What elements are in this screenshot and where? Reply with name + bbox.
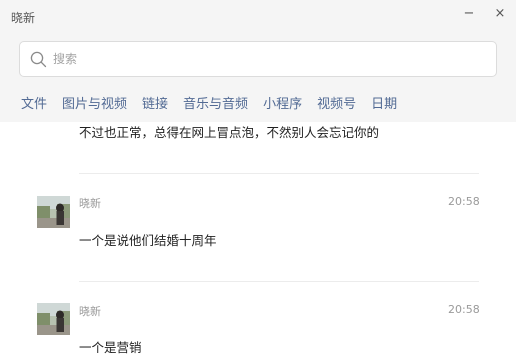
tab-links[interactable]: 链接: [142, 93, 168, 113]
search-icon: [30, 51, 47, 68]
sender-name: 晓新: [79, 305, 101, 318]
category-tabs: 文件 图片与视频 链接 音乐与音频 小程序 视频号 日期: [21, 93, 412, 113]
tab-files[interactable]: 文件: [21, 93, 47, 113]
tab-date[interactable]: 日期: [371, 93, 397, 113]
message-time: 20:58: [448, 195, 480, 208]
search-input[interactable]: [53, 49, 483, 69]
avatar[interactable]: [37, 196, 70, 228]
divider: [79, 173, 479, 174]
search-box[interactable]: [19, 41, 497, 77]
tab-music-audio[interactable]: 音乐与音频: [183, 93, 248, 113]
tab-images-videos[interactable]: 图片与视频: [62, 93, 127, 113]
tab-channels[interactable]: 视频号: [317, 93, 356, 113]
avatar-photo-icon: [37, 196, 70, 228]
window-title: 晓新: [11, 11, 36, 25]
sender-name: 晓新: [79, 197, 101, 210]
message-text-partial[interactable]: 不过也正常，总得在网上冒点泡，不然别人会忘记你的: [79, 122, 379, 141]
message-time: 20:58: [448, 303, 480, 316]
avatar-photo-icon: [37, 303, 70, 335]
message-text: 一个是营销: [79, 340, 142, 355]
avatar[interactable]: [37, 303, 70, 335]
divider: [79, 281, 479, 282]
message-text: 一个是说他们结婚十周年: [79, 233, 217, 248]
results-list[interactable]: 不过也正常，总得在网上冒点泡，不然别人会忘记你的 晓新 20:58 一个是说他们…: [0, 122, 516, 361]
tab-mini-programs[interactable]: 小程序: [263, 93, 302, 113]
close-button[interactable]: ×: [491, 5, 509, 23]
minimize-button[interactable]: −: [460, 5, 478, 23]
title-bar: 晓新 − ×: [0, 0, 516, 32]
search-header: 文件 图片与视频 链接 音乐与音频 小程序 视频号 日期: [0, 32, 516, 122]
